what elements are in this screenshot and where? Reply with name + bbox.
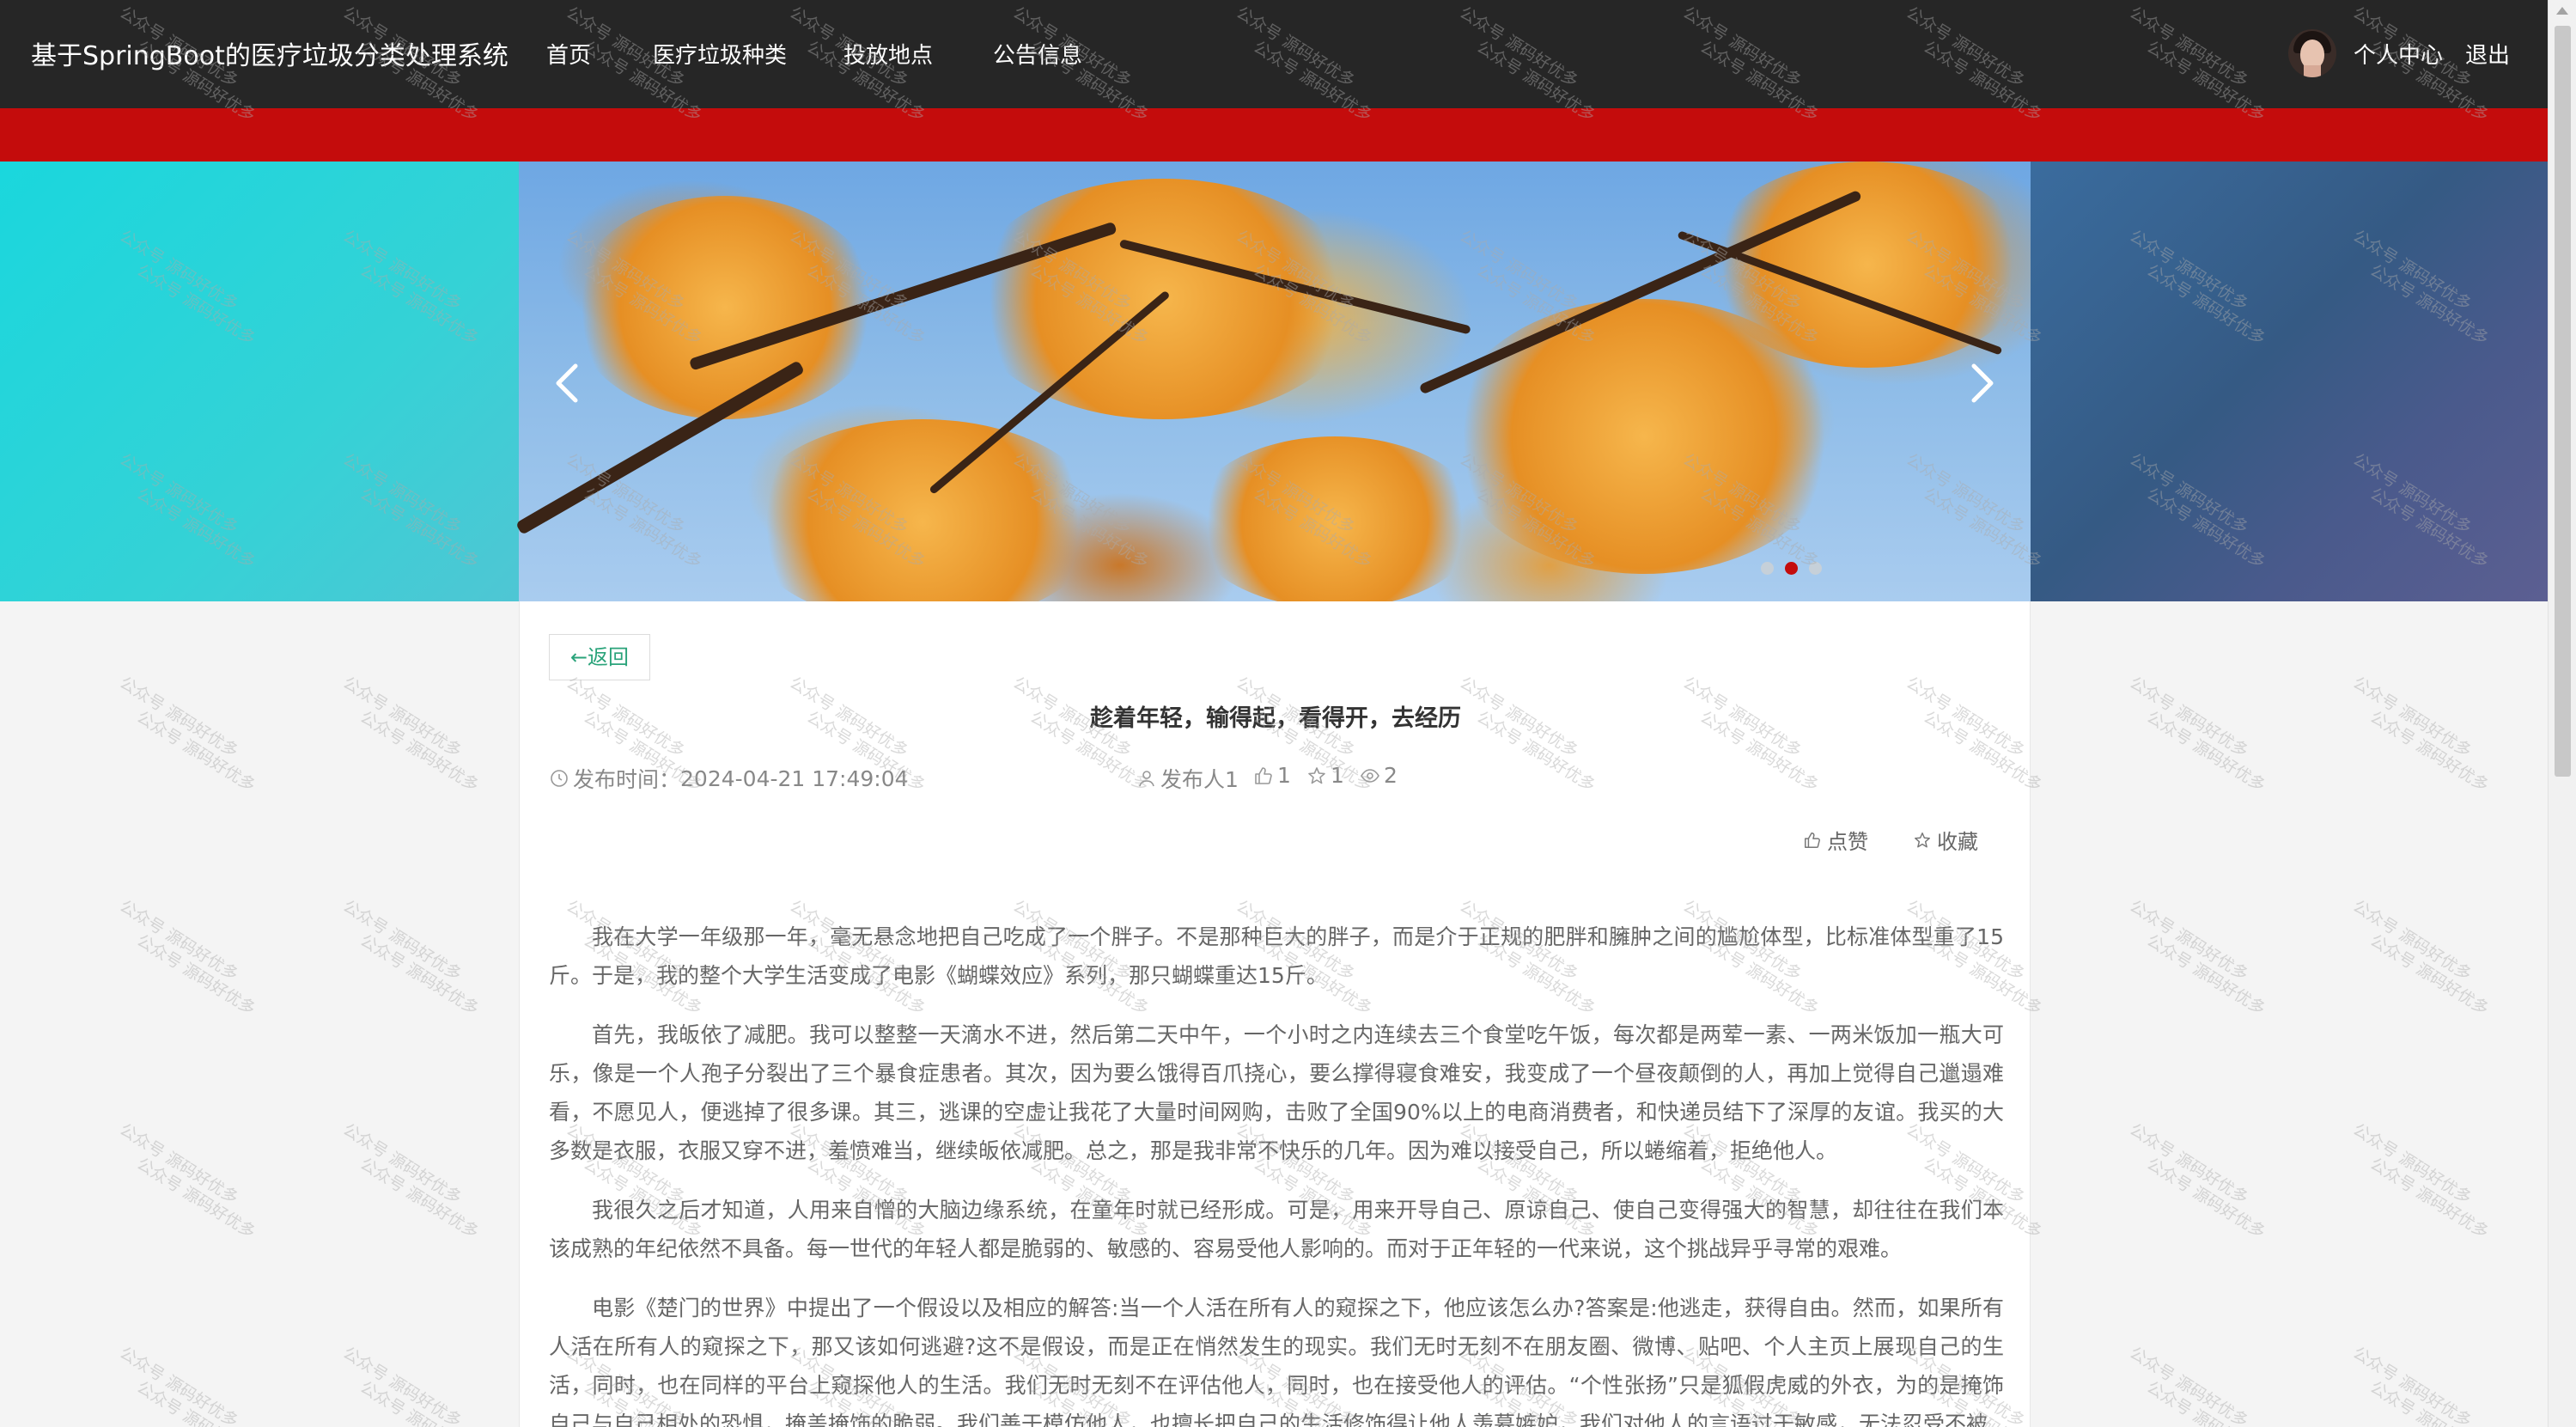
like-button[interactable]: 点赞 bbox=[1803, 825, 1868, 855]
watermark-text: 公众号 源码好优多 bbox=[2143, 707, 2269, 796]
publish-time-label: 发布时间： bbox=[573, 767, 681, 792]
watermark-text: 公众号 源码好优多 bbox=[2126, 1343, 2252, 1427]
accent-band bbox=[0, 108, 2548, 162]
watermark-text: 公众号 源码好优多 bbox=[2366, 930, 2493, 1019]
carousel-dot-3[interactable] bbox=[1809, 562, 1822, 575]
watermark-text: 公众号 源码好优多 bbox=[2143, 930, 2269, 1019]
clock-icon bbox=[551, 770, 568, 787]
leaf-cluster bbox=[742, 419, 1103, 601]
carousel-backdrop-left bbox=[0, 162, 519, 601]
carousel-next-arrow[interactable] bbox=[1955, 357, 2007, 409]
watermark-text: 公众号 源码好优多 bbox=[2349, 896, 2476, 985]
watermark-text: 公众号 源码好优多 bbox=[339, 896, 466, 985]
post-detail-panel: ←返回 趁着年轻，输得起，看得开，去经历 发布时间： 2024-04-21 17… bbox=[519, 601, 2031, 1427]
watermark-text: 公众号 源码好优多 bbox=[133, 1377, 259, 1427]
like-count-value: 1 bbox=[1277, 763, 1291, 788]
chevron-right-icon bbox=[1971, 363, 1994, 403]
publish-time: 发布时间： 2024-04-21 17:49:04 bbox=[549, 763, 909, 794]
nav-waste-types[interactable]: 医疗垃圾种类 bbox=[653, 38, 787, 70]
top-navbar: 基于SpringBoot的医疗垃圾分类处理系统 首页 医疗垃圾种类 投放地点 公… bbox=[0, 0, 2548, 108]
watermark-text: 公众号 源码好优多 bbox=[2366, 1154, 2493, 1242]
watermark-text: 公众号 源码好优多 bbox=[2366, 707, 2493, 796]
like-count: 1 bbox=[1253, 763, 1291, 788]
favorite-button-label: 收藏 bbox=[1937, 830, 1978, 854]
page-scrollbar[interactable] bbox=[2548, 0, 2576, 1427]
scroll-up-arrow-icon[interactable] bbox=[2556, 7, 2568, 15]
author-name: 发布人1 bbox=[1160, 767, 1239, 792]
watermark-text: 公众号 源码好优多 bbox=[2143, 1154, 2269, 1242]
watermark-text: 公众号 源码好优多 bbox=[2349, 673, 2476, 761]
watermark-text: 公众号 源码好优多 bbox=[133, 930, 259, 1019]
watermark-text: 公众号 源码好优多 bbox=[133, 1154, 259, 1242]
view-count-value: 2 bbox=[1384, 763, 1398, 788]
avatar-neck bbox=[2304, 65, 2321, 77]
watermark-text: 公众号 源码好优多 bbox=[116, 1343, 242, 1427]
watermark-text: 公众号 源码好优多 bbox=[2349, 1119, 2476, 1208]
content-paragraph: 电影《楚门的世界》中提出了一个假设以及相应的解答:当一个人活在所有人的窥探之下，… bbox=[549, 1296, 2004, 1427]
carousel-prev-arrow[interactable] bbox=[543, 357, 594, 409]
watermark-text: 公众号 源码好优多 bbox=[339, 1119, 466, 1208]
leaf-cluster bbox=[1189, 436, 1481, 601]
carousel-backdrop-right bbox=[2031, 162, 2548, 601]
watermark-text: 公众号 源码好优多 bbox=[133, 707, 259, 796]
leaf-cluster bbox=[570, 196, 880, 419]
carousel-dot-1[interactable] bbox=[1761, 562, 1774, 575]
eye-icon bbox=[1361, 768, 1379, 783]
watermark-text: 公众号 源码好优多 bbox=[356, 1154, 483, 1242]
watermark-text: 公众号 源码好优多 bbox=[2126, 1119, 2252, 1208]
chevron-left-icon bbox=[556, 363, 578, 403]
watermark-text: 公众号 源码好优多 bbox=[339, 673, 466, 761]
favorite-button[interactable]: 收藏 bbox=[1913, 825, 1978, 855]
nav-disposal-locations[interactable]: 投放地点 bbox=[843, 38, 933, 70]
watermark-text: 公众号 源码好优多 bbox=[339, 1343, 466, 1427]
nav-announcements[interactable]: 公告信息 bbox=[993, 38, 1082, 70]
star-icon bbox=[1915, 832, 1930, 848]
content-paragraph: 首先，我皈依了减肥。我可以整整一天滴水不进，然后第二天中午，一个小时之内连续去三… bbox=[549, 1022, 2004, 1163]
carousel-slide-image bbox=[515, 162, 2031, 601]
post-title: 趁着年轻，输得起，看得开，去经历 bbox=[1090, 705, 1461, 732]
publish-time-value: 2024-04-21 17:49:04 bbox=[680, 765, 909, 791]
star-icon bbox=[1308, 766, 1325, 784]
user-icon bbox=[1139, 771, 1154, 787]
watermark-text: 公众号 源码好优多 bbox=[2143, 1377, 2269, 1427]
nav-home[interactable]: 首页 bbox=[546, 38, 591, 70]
site-title[interactable]: 基于SpringBoot的医疗垃圾分类处理系统 bbox=[31, 34, 509, 72]
watermark-text: 公众号 源码好优多 bbox=[356, 707, 483, 796]
watermark-text: 公众号 源码好优多 bbox=[2126, 896, 2252, 985]
watermark-text: 公众号 源码好优多 bbox=[356, 1377, 483, 1427]
content-paragraph: 我很久之后才知道，人用来自憎的大脑边缘系统，在童年时就已经形成。可是，用来开导自… bbox=[549, 1198, 2004, 1261]
thumbs-up-icon bbox=[1255, 766, 1272, 784]
view-count: 2 bbox=[1360, 763, 1398, 788]
personal-center-link[interactable]: 个人中心 bbox=[2354, 38, 2443, 70]
post-author: 发布人1 bbox=[1136, 763, 1239, 794]
carousel-dot-2[interactable] bbox=[1785, 562, 1798, 575]
scrollbar-thumb[interactable] bbox=[2555, 26, 2571, 777]
favorite-count-value: 1 bbox=[1331, 763, 1344, 788]
carousel bbox=[0, 162, 2548, 601]
favorite-count: 1 bbox=[1306, 763, 1344, 788]
thumbs-up-icon bbox=[1805, 832, 1820, 848]
post-content: 我在大学一年级那一年，毫无悬念地把自己吃成了一个胖子。不是那种巨大的胖子，而是介… bbox=[549, 918, 2004, 1427]
watermark-text: 公众号 源码好优多 bbox=[116, 673, 242, 761]
watermark-text: 公众号 源码好优多 bbox=[116, 1119, 242, 1208]
watermark-text: 公众号 源码好优多 bbox=[2126, 673, 2252, 761]
back-button[interactable]: ←返回 bbox=[549, 634, 650, 680]
avatar-face bbox=[2300, 40, 2324, 69]
watermark-text: 公众号 源码好优多 bbox=[356, 930, 483, 1019]
like-button-label: 点赞 bbox=[1827, 830, 1868, 854]
user-avatar[interactable] bbox=[2288, 29, 2336, 77]
content-paragraph: 我在大学一年级那一年，毫无悬念地把自己吃成了一个胖子。不是那种巨大的胖子，而是介… bbox=[549, 924, 2004, 988]
logout-link[interactable]: 退出 bbox=[2465, 38, 2510, 70]
watermark-text: 公众号 源码好优多 bbox=[2349, 1343, 2476, 1427]
watermark-text: 公众号 源码好优多 bbox=[116, 896, 242, 985]
watermark-text: 公众号 源码好优多 bbox=[2366, 1377, 2493, 1427]
